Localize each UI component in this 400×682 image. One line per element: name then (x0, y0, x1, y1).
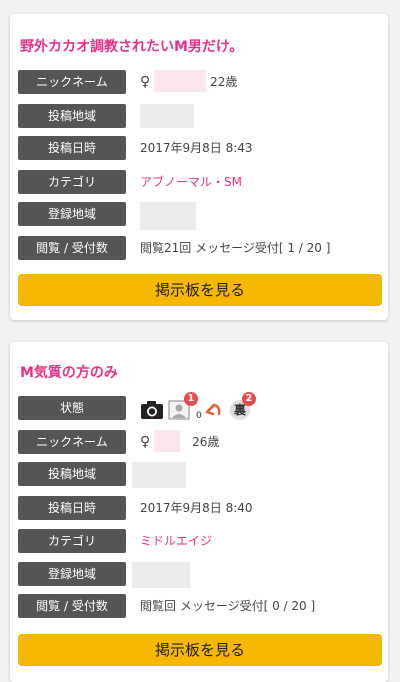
region-label: 投稿地域 (18, 462, 126, 486)
registered-label: 登録地域 (18, 202, 126, 226)
category-link[interactable]: アブノーマル・SM (140, 170, 242, 194)
blurred-nickname (154, 430, 181, 452)
camera-icon (141, 401, 163, 419)
region-row: 投稿地域 (18, 104, 382, 128)
female-icon: ♀ (140, 434, 151, 450)
view-board-button[interactable]: 掲示板を見る (18, 274, 382, 306)
reply-count: 0 (196, 411, 202, 421)
category-label: カテゴリ (18, 170, 126, 194)
region-label: 投稿地域 (18, 104, 126, 128)
date-row: 投稿日時 2017年9月8日 8:40 (18, 496, 382, 520)
photo-badge: 1 (184, 392, 198, 406)
view-board-button[interactable]: 掲示板を見る (18, 634, 382, 666)
views-row: 閲覧 / 受付数 閲覧21回 メッセージ受付[ 1 / 20 ] (18, 236, 382, 260)
blurred-nickname (154, 70, 207, 92)
registered-value (140, 202, 196, 230)
blurred-registered (132, 562, 190, 588)
views-value: 閲覧回 メッセージ受付[ 0 / 20 ] (140, 599, 316, 613)
post-card: M気質の方のみ 状態 1 0 裏 2 ニックネーム ♀ 26歳 投稿地域 投稿日… (10, 342, 388, 682)
views-label: 閲覧 / 受付数 (18, 594, 126, 618)
post-card: 野外カカオ調教されたいM男だけ。 ニックネーム ♀ 22歳 投稿地域 投稿日時 … (10, 14, 388, 320)
status-icons: 1 0 裏 2 (140, 392, 280, 424)
date-label: 投稿日時 (18, 136, 126, 160)
post-title[interactable]: M気質の方のみ (20, 362, 118, 382)
nickname-label: ニックネーム (18, 430, 126, 454)
female-icon: ♀ (140, 74, 151, 90)
region-value (140, 104, 194, 128)
category-link[interactable]: ミドルエイジ (140, 529, 212, 553)
blurred-region (140, 104, 194, 128)
nickname-value: ♀ 26歳 (140, 430, 219, 454)
nickname-row: ニックネーム ♀ 26歳 (18, 430, 382, 454)
views-row: 閲覧 / 受付数 閲覧回 メッセージ受付[ 0 / 20 ] (18, 594, 382, 618)
category-row: カテゴリ ミドルエイジ (18, 529, 382, 553)
post-title[interactable]: 野外カカオ調教されたいM男だけ。 (20, 36, 243, 56)
views-label: 閲覧 / 受付数 (18, 236, 126, 260)
date-value: 2017年9月8日 8:43 (140, 141, 253, 155)
views-value: 閲覧21回 メッセージ受付[ 1 / 20 ] (140, 241, 331, 255)
date-label: 投稿日時 (18, 496, 126, 520)
date-value: 2017年9月8日 8:40 (140, 501, 253, 515)
registered-label: 登録地域 (18, 562, 126, 586)
blurred-registered (140, 202, 196, 230)
date-row: 投稿日時 2017年9月8日 8:43 (18, 136, 382, 160)
nickname-label: ニックネーム (18, 70, 126, 94)
registered-row: 登録地域 (18, 202, 382, 230)
nickname-row: ニックネーム ♀ 22歳 (18, 70, 382, 94)
blurred-region (132, 462, 186, 488)
region-row: 投稿地域 (18, 462, 382, 488)
region-value (132, 462, 186, 488)
registered-value (132, 562, 190, 588)
age-value: 26歳 (192, 435, 220, 449)
ura-badge: 2 (242, 392, 256, 406)
registered-row: 登録地域 (18, 562, 382, 588)
status-label: 状態 (18, 396, 126, 420)
age-value: 22歳 (210, 75, 238, 89)
category-row: カテゴリ アブノーマル・SM (18, 170, 382, 194)
category-label: カテゴリ (18, 529, 126, 553)
reply-arrow-icon (205, 403, 221, 416)
nickname-value: ♀ 22歳 (140, 70, 237, 94)
status-row: 状態 1 0 裏 2 (18, 392, 382, 421)
